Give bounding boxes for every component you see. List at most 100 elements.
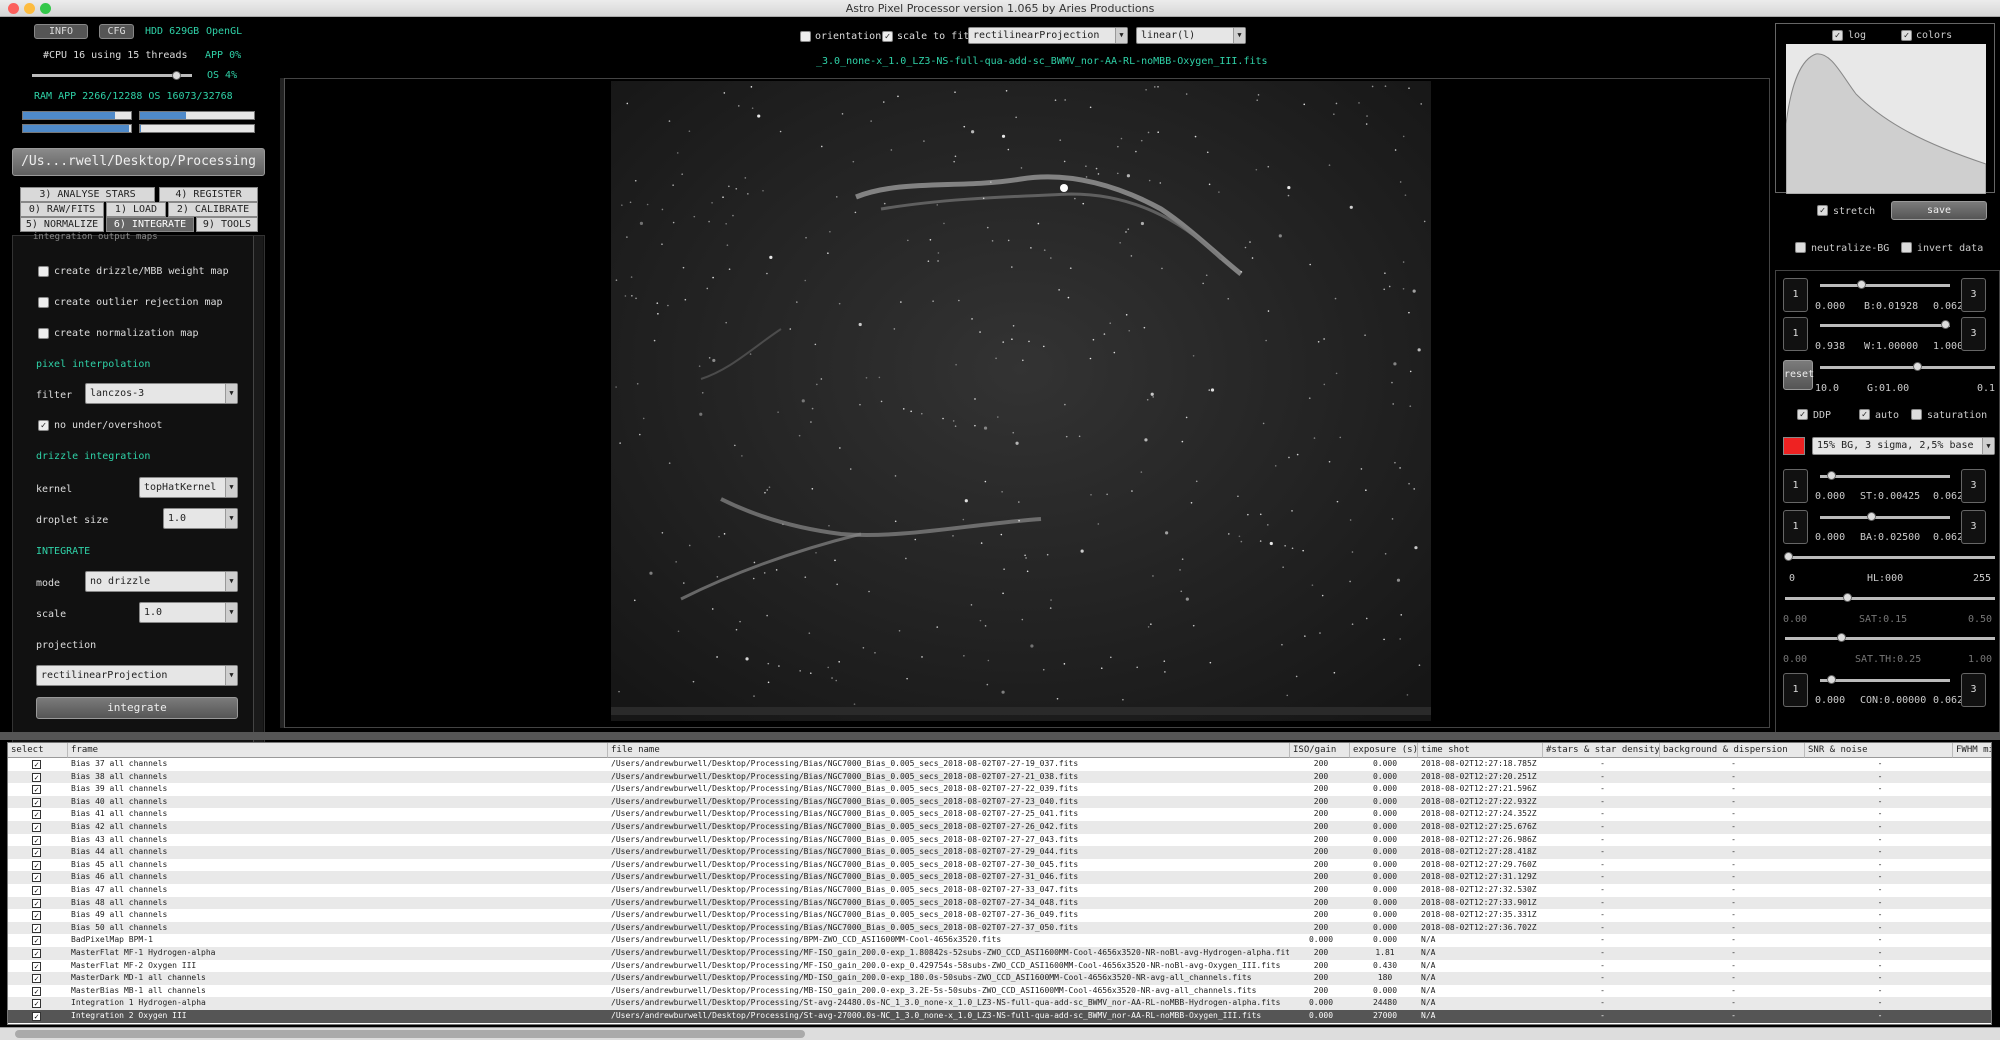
cfg-button[interactable]: CFG: [99, 24, 134, 39]
table-row[interactable]: ✓ Integration 1 Hydrogen-alpha/Users/andr…: [8, 997, 1991, 1010]
table-row[interactable]: ✓ MasterFlat MF-1 Hydrogen-alpha/Users/an…: [8, 947, 1991, 960]
tab-tools[interactable]: 9) TOOLS: [196, 217, 258, 232]
g-slider[interactable]: [1820, 366, 1995, 369]
row-select-checkbox[interactable]: ✓: [32, 949, 41, 958]
sat-th-slider-knob[interactable]: [1837, 633, 1846, 642]
scale-to-fit-checkbox[interactable]: ✓: [882, 31, 893, 42]
no-under-overshoot-checkbox[interactable]: ✓: [38, 420, 49, 431]
info-button[interactable]: INFO: [34, 24, 88, 39]
b-slider-knob[interactable]: [1857, 280, 1866, 289]
con-slider-knob[interactable]: [1827, 675, 1836, 684]
row-select-checkbox[interactable]: ✓: [32, 772, 41, 782]
row-select-checkbox[interactable]: ✓: [32, 986, 41, 996]
st-slider-knob[interactable]: [1827, 471, 1836, 480]
kernel-select[interactable]: topHatKernel ▼: [139, 477, 238, 498]
table-row[interactable]: ✓ BadPixelMap BPM-1/Users/andrewburwell/D…: [8, 934, 1991, 947]
neutralize-bg-checkbox[interactable]: [1795, 242, 1806, 253]
w-min-button[interactable]: 1: [1783, 317, 1808, 351]
ddp-color-swatch[interactable]: [1783, 437, 1805, 455]
column-header[interactable]: frame: [68, 743, 608, 758]
reset-button[interactable]: reset: [1783, 360, 1814, 390]
save-button[interactable]: save: [1891, 201, 1987, 220]
column-header[interactable]: exposure (s): [1350, 743, 1418, 758]
table-row[interactable]: ✓ Bias 45 all channels/Users/andrewburwel…: [8, 859, 1991, 872]
working-directory-button[interactable]: /Us...rwell/Desktop/Processing: [12, 148, 265, 176]
row-select-checkbox[interactable]: ✓: [32, 760, 41, 769]
column-header[interactable]: background & dispersion: [1660, 743, 1805, 758]
row-select-checkbox[interactable]: ✓: [32, 1012, 41, 1021]
b-min-button[interactable]: 1: [1783, 278, 1808, 312]
column-header[interactable]: #stars & star density: [1543, 743, 1660, 758]
drizzle-weight-map-checkbox[interactable]: [38, 266, 49, 277]
tab-normalize[interactable]: 5) NORMALIZE: [20, 217, 104, 232]
table-row[interactable]: ✓ MasterDark MD-1 all channels/Users/andr…: [8, 972, 1991, 985]
scale-select[interactable]: 1.0 ▼: [139, 602, 238, 623]
colors-checkbox[interactable]: ✓: [1901, 30, 1912, 41]
ddp-preset-select[interactable]: 15% BG, 3 sigma, 2,5% base ▼: [1812, 437, 1995, 455]
b-max-button[interactable]: 3: [1961, 278, 1986, 312]
g-slider-knob[interactable]: [1913, 362, 1922, 371]
row-select-checkbox[interactable]: ✓: [32, 873, 41, 883]
sat-slider[interactable]: [1785, 597, 1995, 600]
hl-slider[interactable]: [1785, 556, 1995, 559]
row-select-checkbox[interactable]: ✓: [32, 898, 41, 908]
row-select-checkbox[interactable]: ✓: [32, 911, 41, 921]
st-slider[interactable]: [1820, 475, 1950, 478]
table-row[interactable]: ✓ Bias 44 all channels/Users/andrewburwel…: [8, 846, 1991, 859]
table-row[interactable]: ✓ Bias 42 all channels/Users/andrewburwel…: [8, 821, 1991, 834]
ba-max-button[interactable]: 3: [1961, 510, 1986, 544]
table-row[interactable]: ✓ MasterBias MB-1 all channels/Users/andr…: [8, 985, 1991, 998]
table-row[interactable]: ✓ Bias 38 all channels/Users/andrewburwel…: [8, 770, 1991, 784]
st-min-button[interactable]: 1: [1783, 469, 1808, 503]
table-horizontal-scrollbar[interactable]: [0, 1027, 2000, 1040]
table-row[interactable]: ✓ Bias 49 all channels/Users/andrewburwel…: [8, 909, 1991, 922]
projection-select[interactable]: rectilinearProjection ▼: [36, 665, 238, 686]
con-max-button[interactable]: 3: [1961, 673, 1986, 707]
row-select-checkbox[interactable]: ✓: [32, 810, 41, 820]
ba-slider-knob[interactable]: [1867, 512, 1876, 521]
row-select-checkbox[interactable]: ✓: [32, 923, 41, 933]
table-row[interactable]: ✓ Integration 2 Oxygen III/Users/andrewbu…: [8, 1010, 1991, 1023]
table-row[interactable]: ✓ Bias 40 all channels/Users/andrewburwel…: [8, 795, 1991, 809]
table-row[interactable]: ✓ MasterFlat MF-2 Oxygen III/Users/andrew…: [8, 960, 1991, 973]
table-row[interactable]: ✓ Bias 37 all channels/Users/andrewburwel…: [8, 758, 1991, 771]
stretch-checkbox[interactable]: ✓: [1817, 205, 1828, 216]
row-select-checkbox[interactable]: ✓: [32, 848, 41, 858]
column-header[interactable]: SNR & noise: [1805, 743, 1953, 758]
tab-raw-fits[interactable]: 0) RAW/FITS: [20, 202, 104, 217]
sat-slider-knob[interactable]: [1843, 593, 1852, 602]
column-header[interactable]: FWHM min: [1953, 743, 1991, 758]
table-row[interactable]: ✓ Bias 50 all channels/Users/andrewburwel…: [8, 921, 1991, 935]
invert-data-checkbox[interactable]: [1901, 242, 1912, 253]
st-max-button[interactable]: 3: [1961, 469, 1986, 503]
w-slider-knob[interactable]: [1941, 320, 1950, 329]
column-header[interactable]: time shot: [1418, 743, 1543, 758]
sat-th-slider[interactable]: [1785, 637, 1995, 640]
column-header[interactable]: file name: [608, 743, 1290, 758]
table-row[interactable]: ✓ Bias 41 all channels/Users/andrewburwel…: [8, 808, 1991, 821]
con-min-button[interactable]: 1: [1783, 673, 1808, 707]
row-select-checkbox[interactable]: ✓: [32, 886, 41, 895]
w-max-button[interactable]: 3: [1961, 317, 1986, 351]
tab-calibrate[interactable]: 2) CALIBRATE: [168, 202, 258, 217]
settings-scrollbar[interactable]: [253, 236, 263, 744]
outlier-rejection-map-checkbox[interactable]: [38, 297, 49, 308]
row-select-checkbox[interactable]: ✓: [32, 823, 41, 832]
tab-analyse-stars[interactable]: 3) ANALYSE STARS: [20, 187, 155, 202]
row-select-checkbox[interactable]: ✓: [32, 936, 41, 946]
row-select-checkbox[interactable]: ✓: [32, 999, 41, 1009]
row-select-checkbox[interactable]: ✓: [32, 974, 41, 984]
tab-integrate[interactable]: 6) INTEGRATE: [106, 217, 194, 232]
table-row[interactable]: ✓ Bias 48 all channels/Users/andrewburwel…: [8, 896, 1991, 910]
mode-select[interactable]: no drizzle ▼: [85, 571, 238, 592]
column-header[interactable]: select: [8, 743, 68, 758]
row-select-checkbox[interactable]: ✓: [32, 835, 41, 845]
cpu-thread-slider-knob[interactable]: [172, 71, 181, 80]
table-row[interactable]: ✓ Bias 43 all channels/Users/andrewburwel…: [8, 834, 1991, 847]
integrate-button[interactable]: integrate: [36, 697, 238, 719]
viewer-collapse-handle[interactable]: [280, 78, 285, 728]
image-viewer[interactable]: [280, 78, 1770, 728]
viewer-projection-select[interactable]: rectilinearProjection ▼: [968, 27, 1128, 44]
table-row[interactable]: ✓ Bias 47 all channels/Users/andrewburwel…: [8, 884, 1991, 897]
hl-slider-knob[interactable]: [1784, 552, 1793, 561]
